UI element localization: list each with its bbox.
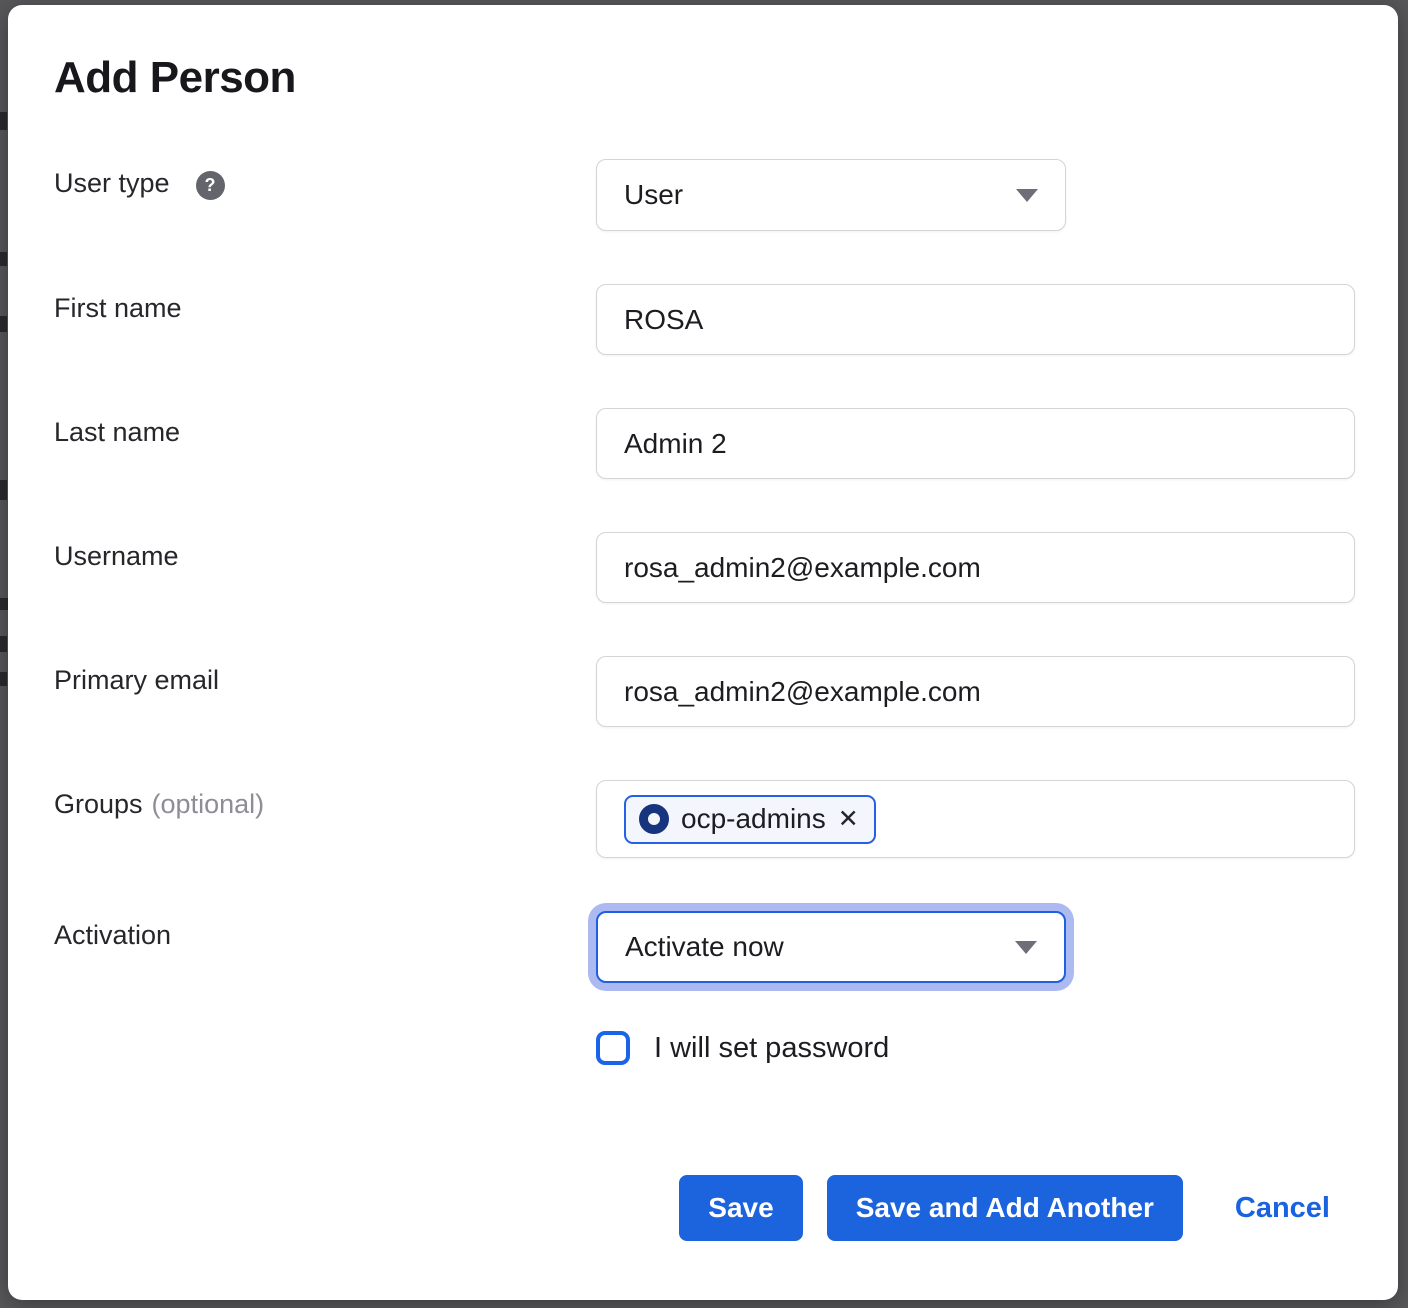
question-mark-icon[interactable]: ?	[196, 171, 225, 200]
background-sidebar-fragment	[0, 316, 7, 332]
groups-field[interactable]: ocp-admins ✕	[596, 780, 1355, 858]
dialog-actions: Save Save and Add Another Cancel	[54, 1175, 1330, 1241]
add-person-dialog: Add Person User type ? User First name L…	[8, 5, 1398, 1300]
user-type-select-value: User	[624, 179, 683, 211]
activation-row: Activation Activate now	[54, 911, 1355, 983]
remove-chip-icon[interactable]: ✕	[838, 807, 859, 832]
background-sidebar-fragment	[0, 598, 8, 610]
set-password-checkbox[interactable]	[596, 1031, 630, 1065]
user-type-select[interactable]: User	[596, 159, 1066, 231]
first-name-label: First name	[54, 293, 182, 324]
user-type-label: User type	[54, 168, 170, 199]
okta-group-ring-icon	[639, 804, 669, 834]
background-sidebar-fragment	[0, 252, 7, 266]
user-type-row: User type ? User	[54, 159, 1355, 231]
background-sidebar-fragment	[0, 112, 7, 130]
last-name-row: Last name	[54, 408, 1355, 479]
first-name-row: First name	[54, 284, 1355, 355]
activation-select[interactable]: Activate now	[596, 911, 1066, 983]
username-field[interactable]	[596, 532, 1355, 603]
dialog-title: Add Person	[54, 53, 1355, 103]
groups-row: Groups (optional) ocp-admins ✕	[54, 780, 1355, 858]
save-button[interactable]: Save	[679, 1175, 802, 1241]
groups-label-group: Groups (optional)	[54, 780, 596, 858]
cancel-button[interactable]: Cancel	[1235, 1192, 1330, 1225]
background-sidebar-fragment	[0, 672, 7, 686]
chevron-down-icon	[1015, 941, 1037, 954]
background-sidebar-fragment	[0, 636, 7, 652]
activation-label: Activation	[54, 920, 171, 951]
activation-select-value: Activate now	[625, 931, 784, 963]
first-name-field[interactable]	[596, 284, 1355, 355]
last-name-label: Last name	[54, 417, 180, 448]
primary-email-field[interactable]	[596, 656, 1355, 727]
user-type-label-group: User type ?	[54, 159, 596, 231]
group-chip-ocp-admins[interactable]: ocp-admins ✕	[624, 795, 876, 844]
username-label: Username	[54, 541, 179, 572]
last-name-field[interactable]	[596, 408, 1355, 479]
groups-optional-label: (optional)	[152, 789, 265, 820]
set-password-label: I will set password	[654, 1032, 889, 1065]
username-row: Username	[54, 532, 1355, 603]
primary-email-label: Primary email	[54, 665, 219, 696]
save-and-add-another-button[interactable]: Save and Add Another	[827, 1175, 1183, 1241]
groups-label: Groups	[54, 789, 143, 820]
background-sidebar-fragment	[0, 480, 7, 500]
set-password-row: I will set password	[596, 1031, 1355, 1065]
chevron-down-icon	[1016, 189, 1038, 202]
group-chip-label: ocp-admins	[681, 803, 826, 835]
primary-email-row: Primary email	[54, 656, 1355, 727]
